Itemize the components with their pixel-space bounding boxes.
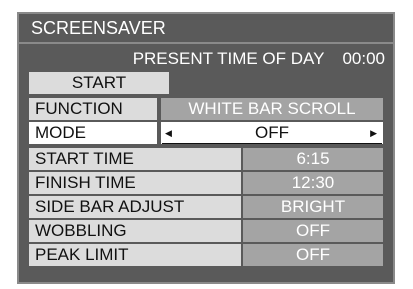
start-time-label: START TIME [29,148,241,170]
screensaver-menu: SCREENSAVER PRESENT TIME OF DAY 00:00 STA… [17,12,395,284]
function-label: FUNCTION [29,98,157,120]
function-row[interactable]: FUNCTION WHITE BAR SCROLL [29,98,383,120]
start-time-row[interactable]: START TIME 6:15 [29,148,383,170]
mode-focus-underline [162,143,382,144]
mode-value: OFF [255,123,289,142]
triangle-left-icon[interactable]: ◀ [165,122,172,144]
present-time-row: PRESENT TIME OF DAY 00:00 [133,47,385,71]
triangle-right-icon[interactable]: ▶ [370,122,377,144]
side-bar-adjust-value[interactable]: BRIGHT [243,196,383,218]
start-button[interactable]: START [29,72,169,94]
present-time-label: PRESENT TIME OF DAY [132,49,325,68]
wobbling-row[interactable]: WOBBLING OFF [29,220,383,242]
peak-limit-row[interactable]: PEAK LIMIT OFF [29,244,383,266]
peak-limit-value[interactable]: OFF [243,244,383,266]
mode-label: MODE [29,122,157,144]
mode-row[interactable]: MODE ◀ OFF ▶ [29,122,383,144]
function-value[interactable]: WHITE BAR SCROLL [161,98,383,120]
peak-limit-label: PEAK LIMIT [29,244,241,266]
title-divider [19,42,393,44]
present-time-value: 00:00 [342,49,385,68]
menu-title: SCREENSAVER [31,18,166,38]
mode-selector[interactable]: ◀ OFF ▶ [161,122,383,144]
wobbling-value[interactable]: OFF [243,220,383,242]
finish-time-row[interactable]: FINISH TIME 12:30 [29,172,383,194]
wobbling-label: WOBBLING [29,220,241,242]
side-bar-adjust-label: SIDE BAR ADJUST [29,196,241,218]
start-time-value[interactable]: 6:15 [243,148,383,170]
finish-time-label: FINISH TIME [29,172,241,194]
side-bar-adjust-row[interactable]: SIDE BAR ADJUST BRIGHT [29,196,383,218]
finish-time-value[interactable]: 12:30 [243,172,383,194]
